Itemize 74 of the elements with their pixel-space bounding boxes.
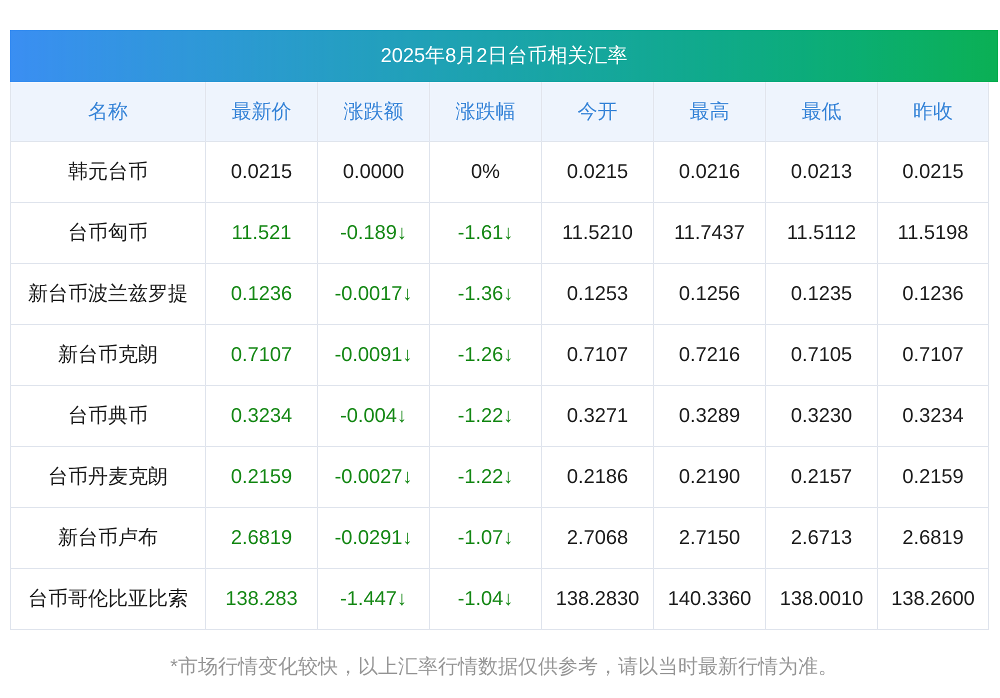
table-cell: 0.0216 xyxy=(654,142,766,203)
table-cell: 0.1256 xyxy=(654,264,766,325)
table-cell: 0.0215 xyxy=(542,142,654,203)
table-cell: 2.6713 xyxy=(766,508,878,569)
table-cell: 0.0213 xyxy=(766,142,878,203)
table-cell: 138.2830 xyxy=(542,569,654,630)
table-cell: 0.1253 xyxy=(542,264,654,325)
table-cell: -1.22↓ xyxy=(430,386,542,447)
column-header: 最新价 xyxy=(206,82,318,142)
table-cell: 138.283 xyxy=(206,569,318,630)
table-cell: 0.2159 xyxy=(878,447,989,508)
table-cell: 2.6819 xyxy=(206,508,318,569)
table-cell: 0.7216 xyxy=(654,325,766,386)
column-header: 昨收 xyxy=(878,82,989,142)
table-cell: -1.22↓ xyxy=(430,447,542,508)
table-cell: -0.189↓ xyxy=(318,203,430,264)
table-cell: 2.6819 xyxy=(878,508,989,569)
table-cell: -0.0017↓ xyxy=(318,264,430,325)
table-cell: 0.1236 xyxy=(206,264,318,325)
table-cell: 140.3360 xyxy=(654,569,766,630)
currency-pair-cell: 新台币卢布 xyxy=(11,508,206,569)
currency-pair-cell: 台币典币 xyxy=(11,386,206,447)
column-header: 最低 xyxy=(766,82,878,142)
table-cell: 0.0215 xyxy=(878,142,989,203)
table-cell: 0.1236 xyxy=(878,264,989,325)
currency-pair-cell: 新台币克朗 xyxy=(11,325,206,386)
table-cell: 0.7107 xyxy=(878,325,989,386)
table-cell: -0.004↓ xyxy=(318,386,430,447)
currency-pair-cell: 新台币波兰兹罗提 xyxy=(11,264,206,325)
table-cell: -0.0027↓ xyxy=(318,447,430,508)
column-header: 名称 xyxy=(11,82,206,142)
table-cell: 0.3234 xyxy=(206,386,318,447)
table-cell: -0.0291↓ xyxy=(318,508,430,569)
disclaimer-note: *市场行情变化较快，以上汇率行情数据仅供参考，请以当时最新行情为准。 xyxy=(169,655,839,680)
currency-pair-cell: 台币哥伦比亚比索 xyxy=(11,569,206,630)
currency-pair-cell: 台币丹麦克朗 xyxy=(11,447,206,508)
table-cell: 0.7107 xyxy=(542,325,654,386)
column-header: 涨跌幅 xyxy=(430,82,542,142)
table-cell: -1.07↓ xyxy=(430,508,542,569)
table-cell: 0.2159 xyxy=(206,447,318,508)
table-cell: 2.7068 xyxy=(542,508,654,569)
column-header: 今开 xyxy=(542,82,654,142)
column-header: 涨跌额 xyxy=(318,82,430,142)
table-cell: 0% xyxy=(430,142,542,203)
table-cell: 0.7105 xyxy=(766,325,878,386)
table-cell: -1.26↓ xyxy=(430,325,542,386)
table-cell: 0.2157 xyxy=(766,447,878,508)
table-cell: 0.2190 xyxy=(654,447,766,508)
table-cell: 11.521 xyxy=(206,203,318,264)
currency-pair-cell: 台币匈币 xyxy=(11,203,206,264)
table-cell: -1.447↓ xyxy=(318,569,430,630)
table-cell: 11.7437 xyxy=(654,203,766,264)
table-cell: -1.36↓ xyxy=(430,264,542,325)
table-cell: 0.3234 xyxy=(878,386,989,447)
table-cell: 138.2600 xyxy=(878,569,989,630)
table-cell: 11.5198 xyxy=(878,203,989,264)
table-cell: 0.0215 xyxy=(206,142,318,203)
table-title: 2025年8月2日台币相关汇率 xyxy=(10,30,998,82)
table-cell: 0.2186 xyxy=(542,447,654,508)
table-cell: 0.1235 xyxy=(766,264,878,325)
table-cell: 0.3271 xyxy=(542,386,654,447)
table-cell: 11.5210 xyxy=(542,203,654,264)
table-cell: 11.5112 xyxy=(766,203,878,264)
table-cell: 138.0010 xyxy=(766,569,878,630)
table-cell: -0.0091↓ xyxy=(318,325,430,386)
table-cell: 0.3230 xyxy=(766,386,878,447)
currency-pair-cell: 韩元台币 xyxy=(11,142,206,203)
table-cell: 0.3289 xyxy=(654,386,766,447)
table-cell: 0.0000 xyxy=(318,142,430,203)
table-cell: 2.7150 xyxy=(654,508,766,569)
column-header: 最高 xyxy=(654,82,766,142)
table-cell: -1.61↓ xyxy=(430,203,542,264)
table-cell: 0.7107 xyxy=(206,325,318,386)
table-cell: -1.04↓ xyxy=(430,569,542,630)
